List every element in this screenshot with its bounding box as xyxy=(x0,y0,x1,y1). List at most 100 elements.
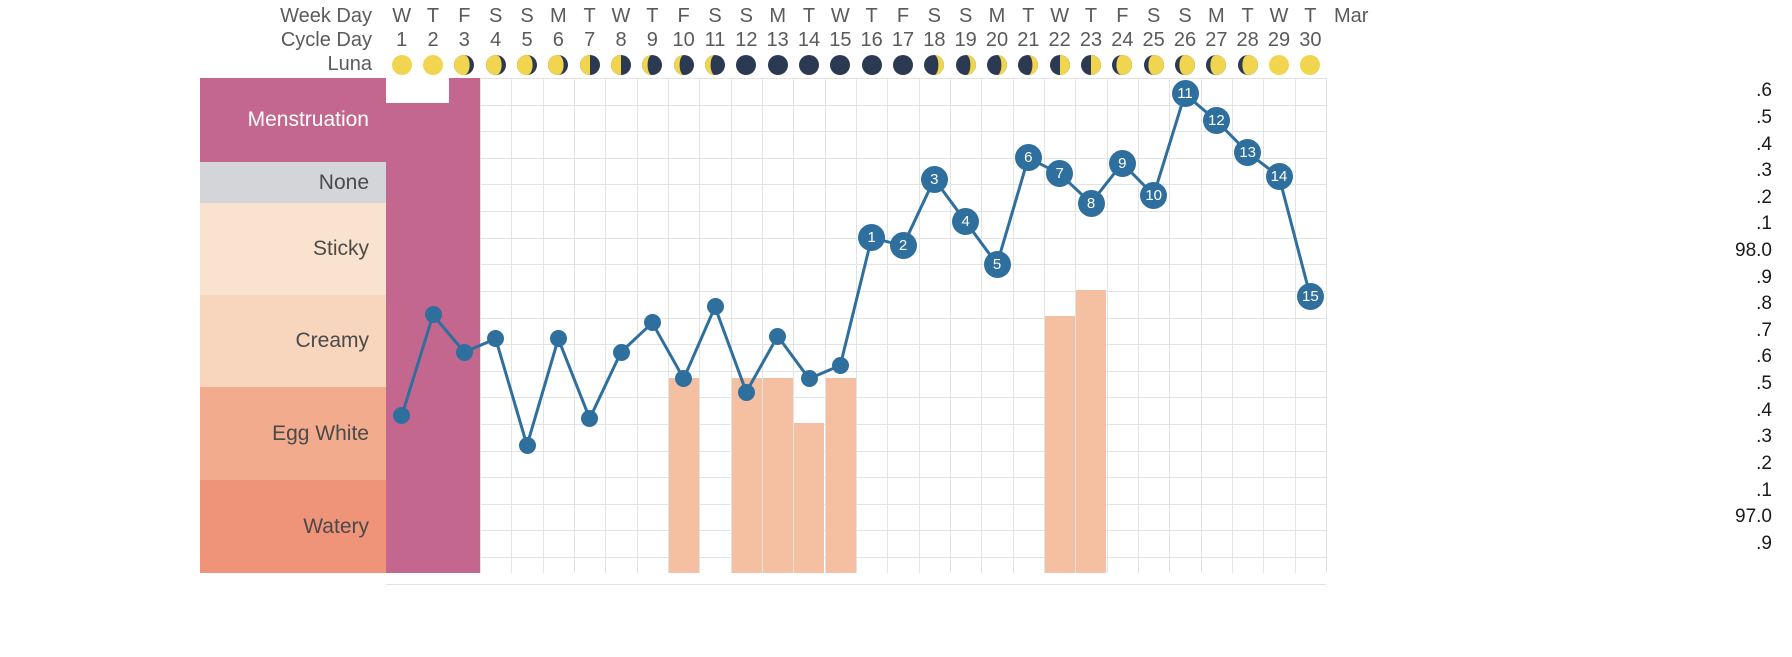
temperature-point[interactable] xyxy=(518,436,536,454)
week-day-cell: M xyxy=(549,5,567,27)
temperature-line xyxy=(400,92,1312,447)
week-day-cell: W xyxy=(392,5,412,27)
temperature-point[interactable] xyxy=(612,343,630,361)
moon-phase-icon xyxy=(763,53,793,77)
moon-phase-icon xyxy=(1076,53,1106,77)
temperature-point[interactable]: 6 xyxy=(1014,144,1042,172)
cycle-day-cell: 1 xyxy=(396,29,408,51)
mucus-band-label: Egg White xyxy=(272,421,369,445)
week-day-cell: S xyxy=(958,5,973,27)
temperature-point[interactable]: 12 xyxy=(1202,107,1230,135)
moon-phase-icon xyxy=(449,53,479,77)
moon-phase-icon xyxy=(1233,53,1263,77)
week-day-cell: T xyxy=(1084,5,1098,27)
week-day-cell: T xyxy=(1304,5,1317,27)
temperature-tick-label: 97.0 xyxy=(1735,506,1772,528)
luna-row-label: Luna xyxy=(327,53,373,75)
temperature-point[interactable] xyxy=(831,356,849,374)
cycle-day-cell: 27 xyxy=(1205,29,1228,51)
temperature-point[interactable]: 2 xyxy=(889,232,917,260)
week-day-cell: T xyxy=(646,5,659,27)
week-day-cell: S xyxy=(1178,5,1192,27)
temperature-tick-label: .3 xyxy=(1756,160,1772,182)
moon-phase-icon xyxy=(794,53,824,77)
moon-phase-icon xyxy=(387,53,417,77)
temperature-tick-label: .4 xyxy=(1756,399,1772,421)
week-day-cell: T xyxy=(426,5,440,27)
moon-phase-icon xyxy=(1013,53,1043,77)
cycle-day-cell: 28 xyxy=(1236,29,1259,51)
mucus-band-label: Sticky xyxy=(312,237,369,260)
temperature-point[interactable]: 11 xyxy=(1171,80,1199,108)
week-day-cell: T xyxy=(1022,5,1035,27)
fertility-chart-page: Week Day Cycle Day Luna Mar WTFSSMTWTFSS… xyxy=(0,0,1792,657)
moon-phase-icon xyxy=(982,53,1012,77)
cycle-day-cell: 5 xyxy=(521,29,533,51)
mucus-band-label: Menstruation xyxy=(247,108,369,131)
temperature-tick-label: .9 xyxy=(1756,532,1772,554)
temperature-point[interactable] xyxy=(737,383,755,401)
cycle-day-cell: 16 xyxy=(860,29,883,51)
week-day-cell: W xyxy=(1050,5,1070,27)
temperature-point[interactable]: 13 xyxy=(1234,139,1262,167)
week-day-cell: W xyxy=(1269,5,1289,27)
temperature-point[interactable] xyxy=(549,330,567,348)
week-day-cell: M xyxy=(988,5,1006,27)
moon-phase-icon xyxy=(1295,53,1325,77)
moon-phase-icon xyxy=(700,53,730,77)
temperature-point[interactable]: 8 xyxy=(1077,189,1105,217)
cycle-day-cell: 23 xyxy=(1079,29,1103,51)
cycle-day-cell: 30 xyxy=(1299,29,1322,51)
mucus-band-watery: Watery xyxy=(200,480,386,573)
temperature-tick-label: .9 xyxy=(1756,266,1772,288)
cycle-day-cell: 25 xyxy=(1142,29,1165,51)
temperature-point[interactable]: 15 xyxy=(1296,282,1324,310)
cycle-day-cell: 15 xyxy=(829,29,852,51)
temperature-tick-label: .4 xyxy=(1756,133,1772,155)
week-day-cell: F xyxy=(677,5,690,27)
moon-phase-icon xyxy=(481,53,511,77)
moon-phase-icon xyxy=(1045,53,1075,77)
temperature-point[interactable]: 5 xyxy=(983,250,1011,278)
cervical-mucus-legend: Menstruation None Sticky Creamy Egg White Wat… xyxy=(200,78,386,573)
grid-line-vertical xyxy=(1326,78,1327,573)
moon-phase-icon xyxy=(919,53,949,77)
moon-phase-icon xyxy=(951,53,981,77)
week-day-cell: F xyxy=(896,5,910,27)
temperature-point[interactable]: 14 xyxy=(1265,162,1293,190)
temperature-point[interactable] xyxy=(800,370,818,388)
temperature-point[interactable]: 10 xyxy=(1140,181,1168,209)
temperature-point[interactable]: 9 xyxy=(1108,149,1136,177)
temperature-point[interactable] xyxy=(769,327,787,345)
cycle-day-cell: 7 xyxy=(584,29,596,51)
cycle-day-cell: 22 xyxy=(1048,29,1071,51)
temperature-point[interactable]: 3 xyxy=(920,165,948,193)
temperature-tick-label: .3 xyxy=(1756,426,1772,448)
bbt-plot-area: 1 2 3 4 5 6 7 8 9 10 11 12 13 14 15 xyxy=(386,78,1327,585)
mucus-band-none: None xyxy=(200,162,386,203)
cycle-day-cell: 29 xyxy=(1267,29,1291,51)
temperature-tick-label: .1 xyxy=(1756,479,1772,501)
cycle-day-cell: 21 xyxy=(1017,29,1040,51)
temperature-polyline xyxy=(400,92,1312,447)
moon-phase-icon xyxy=(1264,53,1294,77)
cycle-day-cell: 2 xyxy=(427,29,439,51)
moon-phase-icon xyxy=(1107,53,1137,77)
temperature-point[interactable] xyxy=(424,306,442,324)
temperature-tick-label: 98.0 xyxy=(1735,239,1772,261)
moon-phase-icon xyxy=(543,53,573,77)
cycle-day-cell: 8 xyxy=(615,29,627,51)
mucus-band-creamy: Creamy xyxy=(200,295,386,387)
cycle-day-cell: 3 xyxy=(458,29,470,51)
week-day-cell: F xyxy=(458,5,471,27)
week-day-cell: S xyxy=(520,5,534,27)
temperature-point[interactable] xyxy=(455,343,473,361)
cycle-day-cell: 12 xyxy=(735,29,758,51)
cycle-day-cell: 6 xyxy=(552,29,564,51)
temperature-point[interactable] xyxy=(706,298,724,316)
moon-phase-icon xyxy=(888,53,918,77)
week-day-cell: S xyxy=(708,5,722,27)
mucus-band-eggwhite: Egg White xyxy=(200,387,386,480)
temperature-tick-label: .6 xyxy=(1756,346,1772,368)
moon-phase-icon xyxy=(606,53,636,77)
